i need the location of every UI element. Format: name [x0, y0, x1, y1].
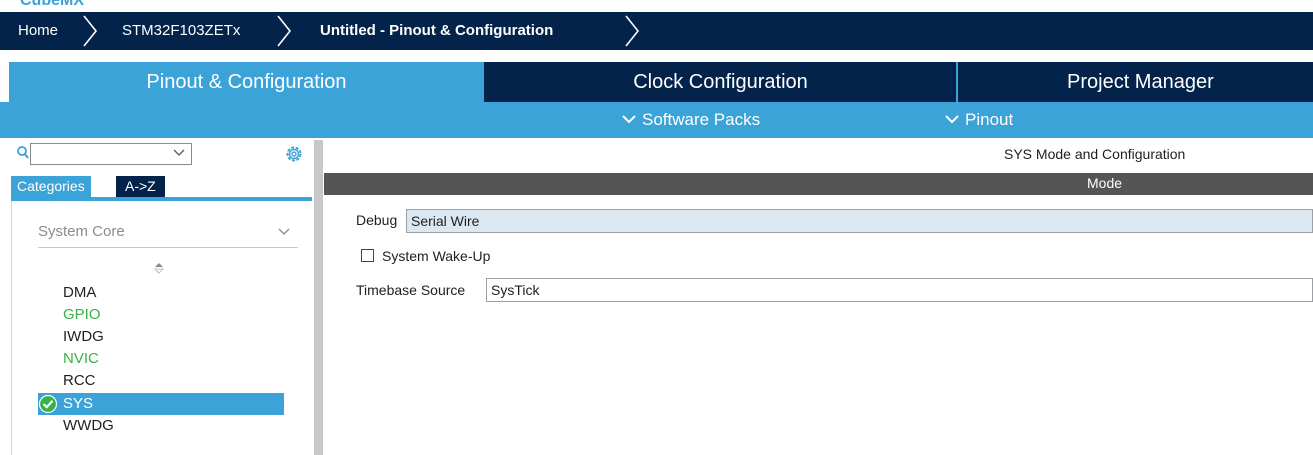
- sub-toolbar: Software Packs Pinout: [0, 102, 1313, 138]
- mode-header: Mode: [324, 173, 1313, 195]
- search-icon[interactable]: [17, 146, 29, 160]
- tab-a-to-z[interactable]: A->Z: [116, 176, 165, 197]
- panel-splitter[interactable]: [314, 140, 323, 455]
- debug-label: Debug: [356, 212, 398, 228]
- category-tab-underline: [11, 197, 312, 201]
- main-tabs: Pinout & Configuration Clock Configurati…: [0, 62, 1313, 102]
- debug-select[interactable]: Serial Wire: [406, 209, 1313, 233]
- breadcrumb-home[interactable]: Home: [18, 12, 58, 50]
- panel-title: SYS Mode and Configuration: [330, 146, 1313, 166]
- list-item-nvic[interactable]: NVIC: [63, 348, 99, 370]
- list-item-rcc[interactable]: RCC: [63, 370, 96, 392]
- system-wakeup-checkbox[interactable]: [361, 249, 374, 262]
- list-item-gpio[interactable]: GPIO: [63, 304, 101, 326]
- chevron-down-icon: [622, 114, 636, 123]
- chevron-down-icon: [278, 228, 290, 235]
- tab-clock-configuration[interactable]: Clock Configuration: [484, 62, 957, 102]
- logo-strip: CubeMX: [0, 0, 1313, 12]
- tab-divider: [956, 62, 958, 102]
- tab-pinout-configuration[interactable]: Pinout & Configuration: [9, 62, 484, 102]
- mode-header-text: Mode: [1087, 175, 1123, 191]
- breadcrumb-separator-icon: [83, 15, 98, 47]
- list-item-dma[interactable]: DMA: [63, 282, 96, 304]
- breadcrumb-current[interactable]: Untitled - Pinout & Configuration: [320, 12, 553, 50]
- chevron-down-icon: [945, 114, 959, 123]
- tab-project-manager[interactable]: Project Manager: [957, 62, 1313, 102]
- gear-icon[interactable]: [284, 144, 304, 164]
- pinout-label: Pinout: [965, 110, 1014, 129]
- breadcrumb-separator-icon: [625, 15, 640, 47]
- list-item-iwdg[interactable]: IWDG: [63, 326, 104, 348]
- chevron-down-icon[interactable]: [173, 148, 185, 158]
- panel-border: [11, 201, 12, 455]
- pinout-menu[interactable]: Pinout: [945, 102, 1013, 138]
- search-input[interactable]: [30, 143, 192, 165]
- tab-categories[interactable]: Categories: [11, 176, 91, 197]
- system-wakeup-label: System Wake-Up: [382, 248, 491, 264]
- timebase-source-label: Timebase Source: [356, 282, 466, 298]
- list-item-sys[interactable]: SYS: [38, 393, 284, 415]
- category-selected: System Core: [38, 223, 125, 240]
- breadcrumb-device[interactable]: STM32F103ZETx: [122, 12, 240, 50]
- list-item-wwdg[interactable]: WWDG: [63, 415, 114, 437]
- check-circle-icon: [38, 394, 58, 414]
- sort-icon[interactable]: [154, 262, 164, 274]
- software-packs-label: Software Packs: [642, 110, 761, 129]
- category-dropdown[interactable]: System Core: [38, 220, 298, 248]
- software-packs-menu[interactable]: Software Packs: [622, 102, 760, 138]
- panel-title-text: SYS Mode and Configuration: [1004, 146, 1186, 162]
- breadcrumb: Home STM32F103ZETx Untitled - Pinout & C…: [0, 12, 1313, 50]
- timebase-source-select[interactable]: SysTick: [486, 278, 1313, 302]
- app-logo: CubeMX: [20, 0, 84, 9]
- breadcrumb-separator-icon: [277, 15, 292, 47]
